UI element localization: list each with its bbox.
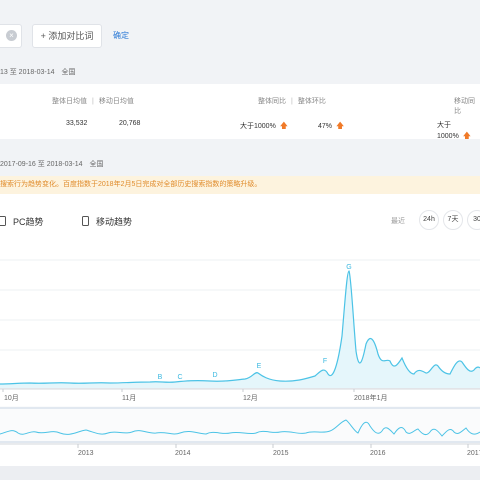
summary-header-ratio: 整体同比 | 整体环比: [258, 96, 326, 106]
summary-date-range: 13 至 2018-03-14 全国: [0, 67, 75, 77]
year-label-2016: 2016: [370, 450, 386, 457]
arrow-up-icon: 🡅: [462, 131, 472, 140]
mobile-daily-avg-label: 移动日均值: [98, 98, 134, 105]
tab-mobile-label: 移动趋势: [96, 217, 133, 227]
annotation-d[interactable]: D: [212, 372, 217, 379]
x-label-nov: 11月: [122, 394, 136, 402]
x-axis-labels: 10月 11月 12月 2018年1月: [4, 393, 387, 402]
range-7d-button[interactable]: 7天: [443, 210, 463, 230]
x-label-dec: 12月: [243, 394, 258, 402]
tab-pc-label: PC趋势: [13, 217, 44, 227]
overview-navigator[interactable]: 2013 2014 2015 2016 2017: [0, 406, 480, 466]
overall-yoy-label: 整体同比: [258, 98, 286, 105]
year-label-2014: 2014: [175, 450, 191, 457]
upgrade-notice: 搜索行为趋势变化。百度指数于2018年2月5日完成对全部历史搜索指数的策略升级。: [0, 176, 480, 194]
divider: |: [291, 98, 293, 105]
tab-mobile-trend[interactable]: 移动趋势: [82, 215, 132, 228]
close-icon[interactable]: ×: [6, 30, 17, 41]
summary-region: 全国: [61, 69, 76, 76]
tab-pc-trend[interactable]: PC趋势: [0, 215, 44, 228]
annotation-g[interactable]: G: [346, 264, 351, 271]
overall-daily-avg-value: 33,532: [66, 120, 88, 127]
mobile-icon: [82, 216, 89, 226]
arrow-up-icon: 🡅: [279, 121, 289, 130]
annotation-c[interactable]: C: [177, 374, 182, 381]
arrow-up-icon: 🡅: [336, 121, 345, 130]
trend-line: [0, 270, 480, 385]
trend-chart[interactable]: B C D E F G 10月 11月 12月 2018年1月: [0, 246, 480, 406]
chart-annotations: B C D E F G: [158, 264, 352, 381]
overall-mom-text: 47%: [318, 123, 333, 130]
annotation-b[interactable]: B: [158, 374, 163, 381]
summary-card: 整体日均值 | 移动日均值 整体同比 | 整体环比 移动同比 33,532 20,768…: [0, 84, 480, 140]
keyword-input[interactable]: ×: [0, 24, 22, 48]
summary-date-range-text: 13 至 2018-03-14: [0, 69, 55, 76]
overview-background: [0, 406, 480, 444]
confirm-link[interactable]: 确定: [113, 30, 129, 41]
annotation-f[interactable]: F: [323, 358, 327, 365]
add-compare-button[interactable]: + 添加对比词: [32, 24, 102, 48]
overall-mom-label: 整体环比: [297, 98, 326, 105]
overall-yoy-text: 大于1000%: [240, 123, 276, 130]
divider: |: [92, 98, 94, 105]
year-label-2013: 2013: [78, 450, 94, 457]
trend-panel: 搜索行为趋势变化。百度指数于2018年2月5日完成对全部历史搜索指数的策略升级。…: [0, 176, 480, 466]
mobile-daily-avg-value: 20,768: [119, 120, 141, 127]
trend-date-range: 2017-09-16 至 2018-03-14 全国: [0, 159, 104, 169]
x-label-oct: 10月: [4, 394, 19, 402]
overall-daily-avg-label: 整体日均值: [52, 98, 87, 105]
trend-date-range-text: 2017-09-16 至 2018-03-14: [0, 161, 83, 168]
desktop-icon: [0, 216, 6, 226]
annotation-e[interactable]: E: [257, 363, 262, 370]
overall-yoy-value: 大于1000% 🡅: [240, 120, 288, 134]
x-label-jan-2018: 2018年1月: [354, 393, 387, 402]
mobile-yoy-label: 移动同比: [454, 98, 475, 115]
year-label-2017: 2017: [467, 450, 480, 457]
mobile-yoy-value: 大于1000% 🡅: [437, 120, 480, 144]
recent-label: 最近: [391, 218, 405, 225]
overview-year-labels: 2013 2014 2015 2016 2017: [78, 450, 480, 457]
year-label-2015: 2015: [273, 450, 289, 457]
overview-ticks: [77, 444, 469, 448]
range-24h-button[interactable]: 24h: [419, 210, 439, 230]
overall-mom-value: 47% 🡅: [318, 120, 344, 134]
summary-header-avg: 整体日均值 | 移动日均值: [52, 96, 134, 106]
mobile-yoy-text: 大于1000%: [437, 122, 459, 140]
trend-region: 全国: [89, 161, 104, 168]
page-bottom-strip: [0, 466, 480, 480]
range-30d-button[interactable]: 30: [467, 210, 480, 230]
